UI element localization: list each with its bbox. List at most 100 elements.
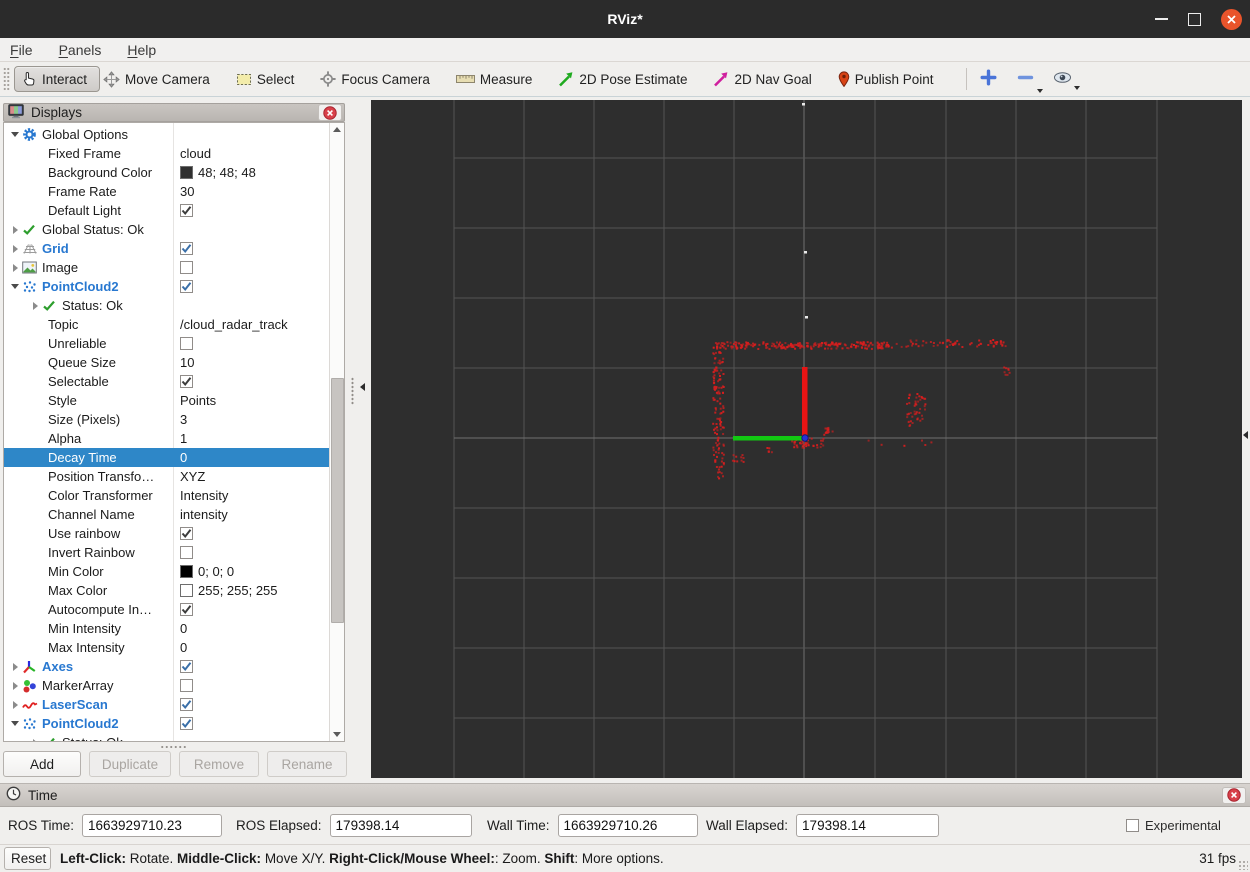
maximize-icon[interactable] (1188, 13, 1201, 26)
tool-move-camera[interactable]: Move Camera (103, 71, 210, 88)
tree-value[interactable] (174, 201, 193, 220)
chevron-collapsed-icon[interactable] (28, 739, 42, 743)
tree-value-text[interactable]: intensity (180, 507, 228, 522)
tree-value[interactable] (174, 258, 193, 277)
tree-value[interactable] (174, 277, 193, 296)
tool-select[interactable]: Select (236, 72, 295, 87)
tree-value[interactable] (174, 543, 193, 562)
experimental-checkbox[interactable] (1126, 819, 1139, 832)
scroll-down-icon[interactable] (333, 732, 341, 737)
tree-row-fixed-frame[interactable]: Fixed Framecloud (4, 144, 345, 163)
tool-zoom-in-icon[interactable] (979, 68, 998, 90)
chevron-collapsed-icon[interactable] (8, 701, 22, 709)
tree-row-global-status-ok[interactable]: Global Status: Ok (4, 220, 330, 239)
tree-checkbox[interactable] (180, 717, 193, 730)
panel-resize-handle[interactable] (160, 745, 188, 749)
tree-row-unreliable[interactable]: Unreliable (4, 334, 345, 353)
time-field-input[interactable]: 1663929710.23 (82, 814, 222, 837)
tree-row-queue-size[interactable]: Queue Size10 (4, 353, 345, 372)
scrollbar-thumb[interactable] (331, 378, 344, 623)
tree-row-status-ok[interactable]: Status: Ok (4, 296, 330, 315)
tree-row-alpha[interactable]: Alpha1 (4, 429, 345, 448)
tree-row-min-color[interactable]: Min Color0; 0; 0 (4, 562, 345, 581)
tool-eye-icon[interactable] (1053, 71, 1072, 87)
tree-value-text[interactable]: 3 (180, 412, 187, 427)
reset-button[interactable]: Reset (4, 847, 51, 870)
tree-row-size-pixels[interactable]: Size (Pixels)3 (4, 410, 345, 429)
tool-interact[interactable]: Interact (14, 66, 100, 92)
tree-value[interactable]: 48; 48; 48 (174, 163, 256, 182)
tree-value[interactable] (174, 600, 193, 619)
tree-checkbox[interactable] (180, 679, 193, 692)
tree-row-topic[interactable]: Topic/cloud_radar_track (4, 315, 345, 334)
tree-row-image[interactable]: Image (4, 258, 330, 277)
color-swatch[interactable] (180, 166, 193, 179)
tree-scrollbar[interactable] (329, 123, 344, 741)
chevron-expanded-icon[interactable] (8, 132, 22, 137)
tree-checkbox[interactable] (180, 527, 193, 540)
menu-help[interactable]: Help (127, 42, 156, 58)
scroll-up-icon[interactable] (333, 127, 341, 132)
tree-row-axes[interactable]: Axes (4, 657, 330, 676)
splitter-collapse-icon[interactable] (360, 383, 365, 391)
tree-row-min-intensity[interactable]: Min Intensity0 (4, 619, 345, 638)
tree-value[interactable]: 0 (174, 619, 187, 638)
tree-row-autocompute-in[interactable]: Autocompute In… (4, 600, 345, 619)
tree-checkbox[interactable] (180, 375, 193, 388)
tree-row-use-rainbow[interactable]: Use rainbow (4, 524, 345, 543)
tool-zoom-out-icon[interactable] (1016, 68, 1035, 90)
tree-row-pointcloud2[interactable]: PointCloud2 (4, 714, 330, 733)
add-button[interactable]: Add (3, 751, 81, 777)
time-field-input[interactable]: 179398.14 (796, 814, 939, 837)
tree-row-color-transformer[interactable]: Color TransformerIntensity (4, 486, 345, 505)
tree-row-frame-rate[interactable]: Frame Rate30 (4, 182, 345, 201)
vertical-splitter[interactable] (348, 97, 371, 780)
tree-row-channel-name[interactable]: Channel Nameintensity (4, 505, 345, 524)
time-field-input[interactable]: 1663929710.26 (558, 814, 698, 837)
tree-row-position-transfo[interactable]: Position Transfo…XYZ (4, 467, 345, 486)
tree-row-status-ok[interactable]: Status: Ok (4, 733, 330, 742)
tree-row-markerarray[interactable]: MarkerArray (4, 676, 330, 695)
menu-file[interactable]: File (10, 42, 33, 58)
tree-row-pointcloud2[interactable]: PointCloud2 (4, 277, 330, 296)
caret-down-icon[interactable] (1037, 89, 1043, 93)
tree-value[interactable]: 10 (174, 353, 194, 372)
tool-publish-point[interactable]: Publish Point (838, 71, 934, 87)
caret-down-icon[interactable] (1074, 86, 1080, 90)
tree-value[interactable]: 30 (174, 182, 194, 201)
tree-value[interactable] (174, 372, 193, 391)
tree-row-style[interactable]: StylePoints (4, 391, 345, 410)
tree-value[interactable]: 3 (174, 410, 187, 429)
tree-value[interactable]: 0 (174, 638, 187, 657)
tree-value-text[interactable]: Intensity (180, 488, 228, 503)
tree-value-text[interactable]: 1 (180, 431, 187, 446)
tree-row-decay-time[interactable]: Decay Time0 (4, 448, 345, 467)
chevron-collapsed-icon[interactable] (8, 264, 22, 272)
tool-2d-pose-estimate[interactable]: 2D Pose Estimate (558, 71, 687, 87)
tree-value[interactable]: /cloud_radar_track (174, 315, 288, 334)
chevron-collapsed-icon[interactable] (28, 302, 42, 310)
resize-grip[interactable] (1238, 860, 1248, 870)
tree-checkbox[interactable] (180, 603, 193, 616)
tree-value[interactable] (174, 334, 193, 353)
tree-checkbox[interactable] (180, 698, 193, 711)
tool-focus-camera[interactable]: Focus Camera (320, 71, 430, 87)
tree-checkbox[interactable] (180, 204, 193, 217)
tree-value[interactable]: cloud (174, 144, 211, 163)
tree-value[interactable]: intensity (174, 505, 228, 524)
displays-close-button[interactable] (318, 104, 342, 121)
tree-value-text[interactable]: 0 (180, 640, 187, 655)
tree-value[interactable] (174, 524, 193, 543)
tree-value[interactable] (174, 695, 193, 714)
chevron-collapsed-icon[interactable] (8, 663, 22, 671)
right-splitter-collapse-icon[interactable] (1243, 431, 1248, 439)
tree-row-global-options[interactable]: Global Options (4, 125, 330, 144)
tree-value[interactable] (174, 657, 193, 676)
tree-row-selectable[interactable]: Selectable (4, 372, 345, 391)
splitter-dots[interactable] (351, 377, 354, 405)
tree-value-text[interactable]: 10 (180, 355, 194, 370)
tree-row-invert-rainbow[interactable]: Invert Rainbow (4, 543, 345, 562)
tree-value[interactable]: 1 (174, 429, 187, 448)
tree-value[interactable]: 0 (174, 448, 187, 467)
displays-panel-header[interactable]: Displays (3, 103, 345, 122)
